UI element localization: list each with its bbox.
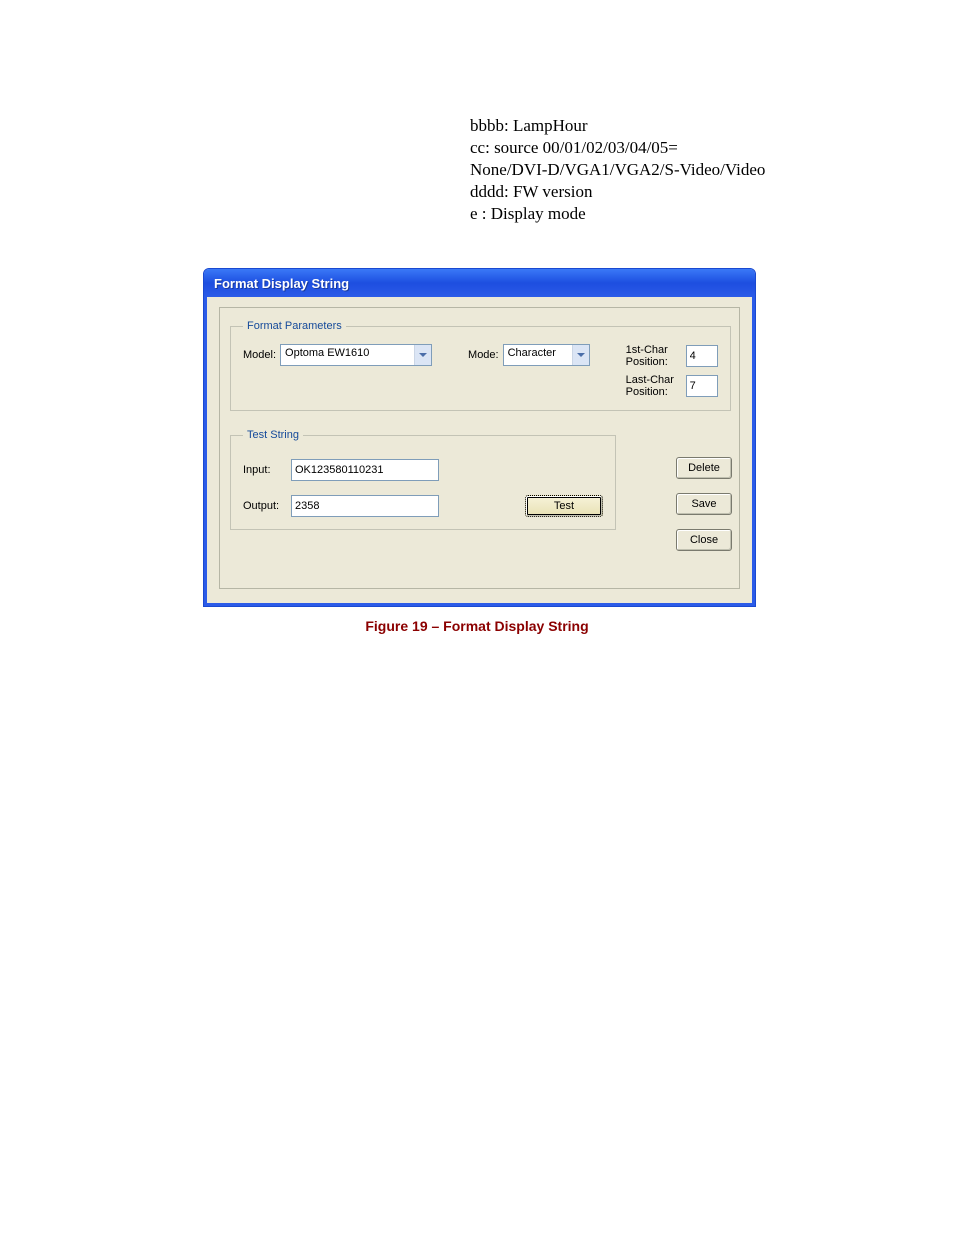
client-area: Format Parameters Model: Optoma EW1610 M… <box>204 297 755 606</box>
header-line-4: dddd: FW version <box>470 181 765 203</box>
header-line-1: bbbb: LampHour <box>470 115 765 137</box>
model-value: Optoma EW1610 <box>281 345 414 365</box>
model-row: Model: Optoma EW1610 <box>243 344 432 366</box>
side-buttons: Delete Save Close <box>676 457 732 551</box>
chevron-down-icon[interactable] <box>414 345 431 365</box>
header-line-5: e : Display mode <box>470 203 765 225</box>
last-char-input[interactable] <box>686 375 718 397</box>
mode-combo[interactable]: Character <box>503 344 590 366</box>
input-label: Input: <box>243 464 287 476</box>
mode-row: Mode: Character <box>468 344 590 366</box>
test-button[interactable]: Test <box>525 495 603 517</box>
format-parameters-group: Format Parameters Model: Optoma EW1610 M… <box>230 320 731 411</box>
input-field[interactable] <box>291 459 439 481</box>
last-char-label: Last-Char Position: <box>626 374 686 398</box>
mode-value: Character <box>504 345 572 365</box>
close-button[interactable]: Close <box>676 529 732 551</box>
first-char-input[interactable] <box>686 345 718 367</box>
header-text-block: bbbb: LampHour cc: source 00/01/02/03/04… <box>470 115 765 225</box>
first-char-label: 1st-Char Position: <box>626 344 686 368</box>
title-bar[interactable]: Format Display String <box>204 269 755 297</box>
delete-button[interactable]: Delete <box>676 457 732 479</box>
figure-caption: Figure 19 – Format Display String <box>0 618 954 634</box>
window-title: Format Display String <box>214 276 349 291</box>
model-label: Model: <box>243 349 276 361</box>
model-combo[interactable]: Optoma EW1610 <box>280 344 432 366</box>
position-block: 1st-Char Position: Last-Char Position: <box>626 344 718 398</box>
output-label: Output: <box>243 500 287 512</box>
format-parameters-legend: Format Parameters <box>243 320 346 332</box>
header-line-2: cc: source 00/01/02/03/04/05= <box>470 137 765 159</box>
mode-label: Mode: <box>468 349 499 361</box>
inner-panel: Format Parameters Model: Optoma EW1610 M… <box>219 307 740 589</box>
header-line-3: None/DVI-D/VGA1/VGA2/S-Video/Video <box>470 159 765 181</box>
save-button[interactable]: Save <box>676 493 732 515</box>
chevron-down-icon[interactable] <box>572 345 589 365</box>
output-field[interactable] <box>291 495 439 517</box>
dialog-window: Format Display String Format Parameters … <box>203 268 756 607</box>
test-string-group: Test String Input: Output: Test <box>230 429 616 530</box>
test-string-legend: Test String <box>243 429 303 441</box>
